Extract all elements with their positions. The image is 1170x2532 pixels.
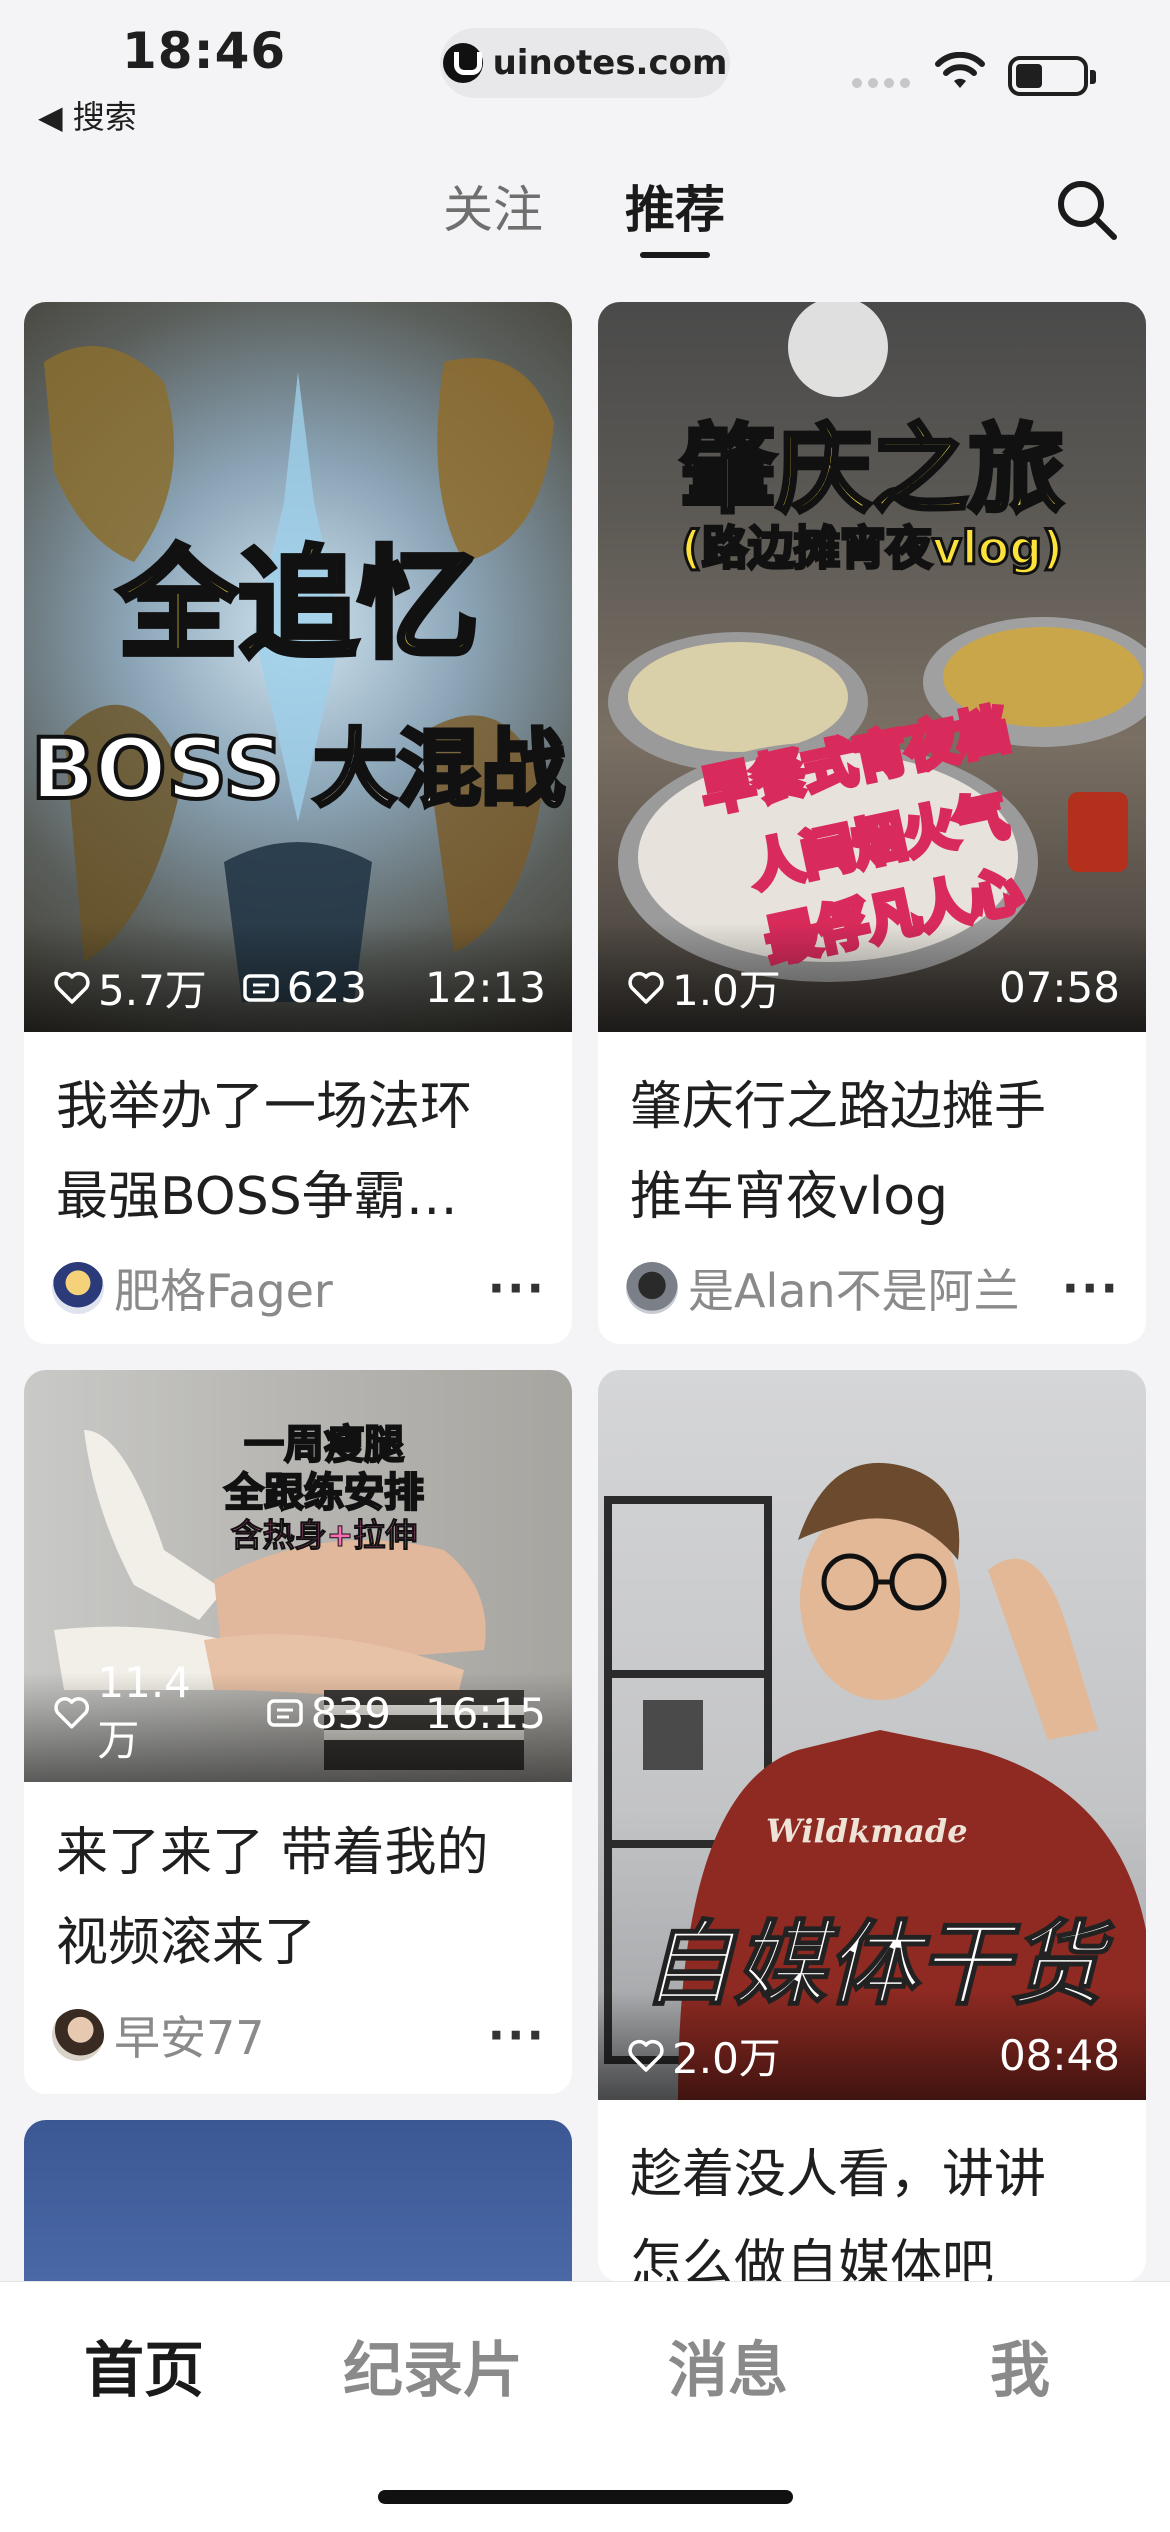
likes-stat: 1.0万 [626,957,781,1018]
comments-count: 839 [310,1688,391,1738]
danmaku-icon [243,973,279,1002]
active-tab-indicator [640,252,710,258]
heart-icon [54,971,90,1004]
back-to-app-link[interactable]: ◀ 搜索 [38,92,137,138]
video-thumbnail[interactable]: 一周瘦腿 全跟练安排 含热身+拉伸 11.4万 839 16:15 [24,1370,572,1782]
nav-messages[interactable]: 消息 [668,2322,788,2409]
video-title[interactable]: 肇庆行之路边摊手 推车宵夜vlog [630,1062,1116,1242]
likes-count: 11.4万 [97,1658,191,1765]
video-title-line: 我举办了一场法环 [56,1077,473,1137]
likes-count: 2.0万 [672,2034,781,2083]
video-card[interactable] [24,2120,572,2282]
top-tabs: 关注 推荐 [0,170,1170,270]
video-thumbnail[interactable]: 肇庆之旅 (路边摊宵夜vlog) 早餐式宵夜档 人间烟火气 最俘凡人心 1.0万… [598,302,1146,1032]
author-name[interactable]: 肥格Fager [114,1255,333,1321]
site-logo-icon [442,43,483,83]
thumbnail-subheadline: BOSS 大混战 [29,718,567,820]
nav-documentary[interactable]: 纪录片 [343,2322,523,2409]
video-card[interactable]: 一周瘦腿 全跟练安排 含热身+拉伸 11.4万 839 16:15 来了来了 带… [24,1370,572,2094]
more-icon[interactable]: ··· [488,2008,546,2062]
likes-stat: 2.0万 [626,2025,781,2086]
heart-icon [628,2039,664,2072]
avatar[interactable] [52,1262,104,1314]
video-duration: 12:13 [424,963,546,1012]
url-pill[interactable]: uinotes.com [440,28,730,98]
video-title[interactable]: 来了来了 带着我的 视频滚来了 [56,1808,542,1988]
video-title-line: 最强BOSS争霸… [56,1167,458,1227]
heart-icon [628,971,664,1004]
avatar[interactable] [52,2009,104,2061]
likes-stat: 5.7万 [52,957,207,1018]
battery-icon [1008,56,1096,96]
danmaku-icon [267,1699,303,1727]
likes-count: 1.0万 [672,966,781,1015]
video-card[interactable]: 全追忆 BOSS 大混战 5.7万 623 12:13 我举办了一场法环 最强B… [24,302,572,1344]
home-indicator [378,2490,793,2504]
author-row: 是Alan不是阿兰 ··· [626,1255,1120,1321]
likes-count: 5.7万 [98,966,207,1015]
wifi-icon [935,52,985,88]
video-duration: 08:48 [998,2031,1120,2080]
search-icon[interactable] [1052,175,1122,245]
more-icon[interactable]: ··· [488,1261,546,1315]
thumbnail-subheadline: (路边摊宵夜vlog) [679,520,1064,577]
video-stats: 5.7万 623 12:13 [52,957,546,1018]
video-thumbnail[interactable] [24,2120,572,2282]
comments-count: 623 [286,963,367,1012]
video-title-line: 视频滚来了 [56,1913,317,1973]
video-title-line: 怎么做自媒体吧 [630,2235,995,2282]
avatar[interactable] [626,1262,678,1314]
video-duration: 07:58 [998,963,1120,1012]
video-title-line: 来了来了 带着我的 [56,1823,489,1883]
tab-follow[interactable]: 关注 [443,170,543,242]
author-row: 早安77 ··· [52,2002,546,2068]
video-thumbnail[interactable]: Wildkmade 自媒体干货 2.0万 08:48 [598,1370,1146,2100]
comments-stat: 623 [241,963,367,1012]
video-stats: 2.0万 08:48 [626,2025,1120,2086]
nav-home[interactable]: 首页 [84,2322,204,2409]
comments-stat: 839 [265,1689,391,1738]
cellular-signal-icon [852,78,910,88]
author-name[interactable]: 早安77 [114,2002,265,2068]
author-name[interactable]: 是Alan不是阿兰 [688,1255,1020,1321]
video-duration: 16:15 [424,1688,546,1738]
likes-stat: 11.4万 [52,1658,231,1768]
video-title[interactable]: 趁着没人看，讲讲 怎么做自媒体吧 [630,2130,1116,2282]
video-title-line: 肇庆行之路边摊手 [630,1077,1047,1137]
tab-recommend[interactable]: 推荐 [625,170,725,242]
more-icon[interactable]: ··· [1062,1261,1120,1315]
author-row: 肥格Fager ··· [52,1255,546,1321]
video-stats: 11.4万 839 16:15 [52,1658,546,1768]
video-title-line: 推车宵夜vlog [630,1167,949,1227]
heart-icon [54,1697,90,1729]
video-thumbnail[interactable]: 全追忆 BOSS 大混战 5.7万 623 12:13 [24,302,572,1032]
video-title-line: 趁着没人看，讲讲 [630,2145,1047,2205]
shirt-logo-text: Wildkmade [766,1812,968,1850]
thumbnail-headline: 全追忆 [116,534,481,678]
thumbnail-headline: 肇庆之旅 [678,412,1066,528]
status-bar: 18:46 ◀ 搜索 uinotes.com [0,0,1170,150]
video-stats: 1.0万 07:58 [626,957,1120,1018]
nav-profile[interactable]: 我 [990,2322,1050,2409]
thumbnail-caption: 含热身+拉伸 [230,1516,418,1555]
url-text: uinotes.com [492,43,728,83]
video-title[interactable]: 我举办了一场法环 最强BOSS争霸… [56,1062,542,1242]
video-card[interactable]: 肇庆之旅 (路边摊宵夜vlog) 早餐式宵夜档 人间烟火气 最俘凡人心 1.0万… [598,302,1146,1344]
status-time: 18:46 [122,22,287,80]
video-card[interactable]: Wildkmade 自媒体干货 2.0万 08:48 趁着没人看，讲讲 怎么做自… [598,1370,1146,2282]
